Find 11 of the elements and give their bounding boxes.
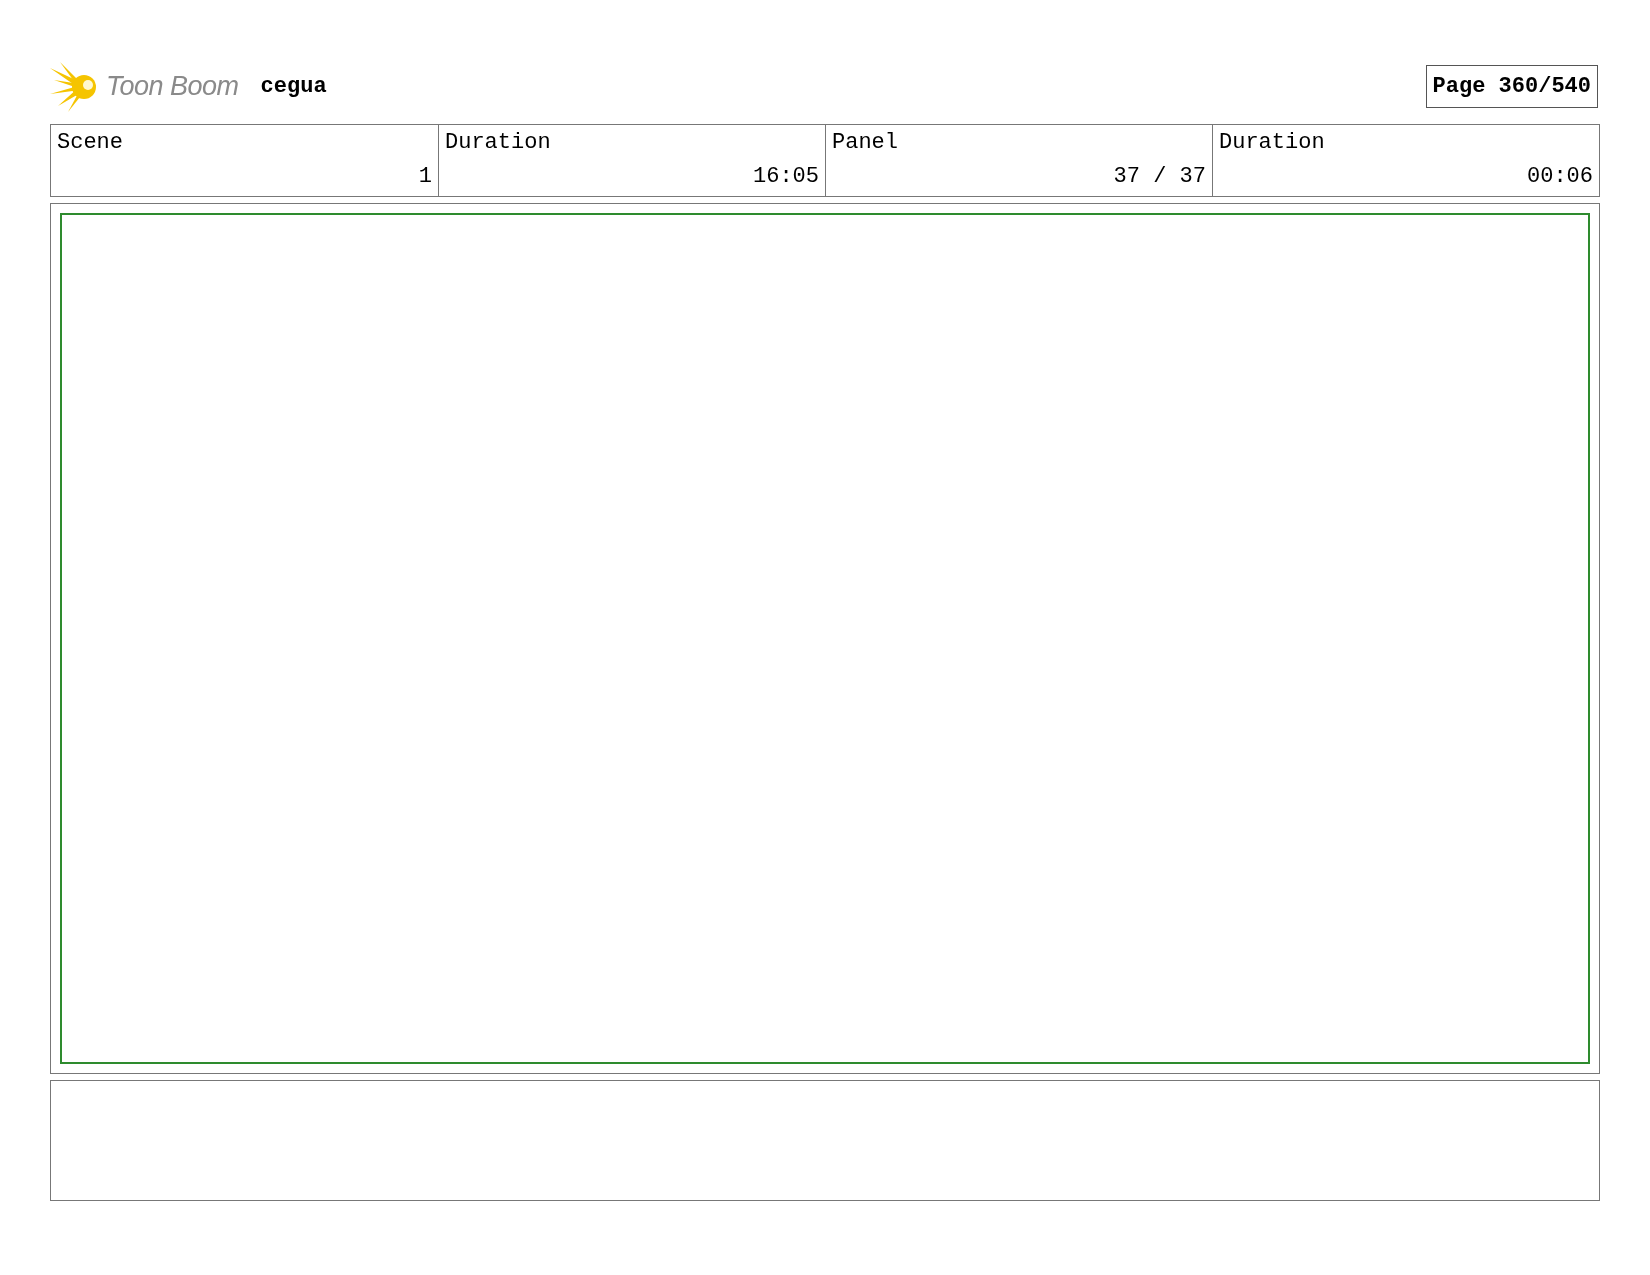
page-number: Page 360/540: [1425, 64, 1598, 108]
logo-wordmark: Toon Boom: [106, 69, 239, 103]
column-value: 16:05: [753, 164, 819, 189]
column-label: Duration: [1219, 130, 1325, 155]
column-value: 37 / 37: [1113, 164, 1206, 189]
project-title: cegua: [260, 72, 327, 101]
column-label: Scene: [57, 130, 123, 155]
column-value: 00:06: [1527, 164, 1593, 189]
column-label: Panel: [832, 130, 898, 155]
column-label: Duration: [445, 130, 551, 155]
column-value: 1: [418, 164, 432, 189]
